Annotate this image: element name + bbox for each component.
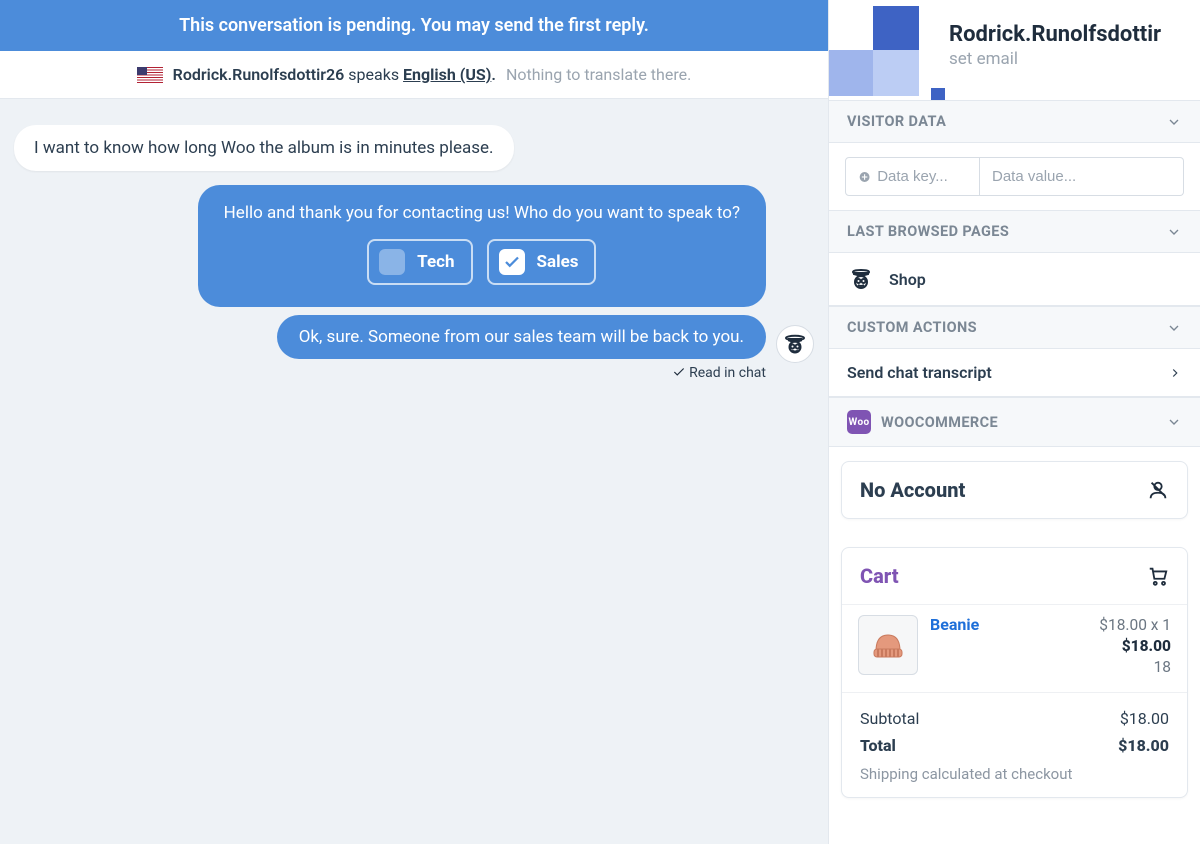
subtotal-label: Subtotal [860, 709, 919, 728]
subtotal-value: $18.00 [1120, 709, 1169, 728]
cart-heading: Cart [842, 548, 1187, 604]
section-woocommerce-label: WOOCOMMERCE [881, 414, 998, 431]
lang-punct: . [491, 65, 496, 84]
language-bar: Rodrick.Runolfsdottir26 speaks English (… [0, 51, 828, 99]
flag-us-icon [137, 67, 163, 83]
read-status: Read in chat [672, 365, 766, 381]
cart-item-qty: 18 [1099, 657, 1171, 678]
choice-tech[interactable]: Tech [367, 239, 472, 285]
sidebar: Rodrick.Runolfsdottir set email VISITOR … [828, 0, 1200, 844]
total-label: Total [860, 736, 896, 755]
send-transcript-label: Send chat transcript [847, 363, 992, 382]
agent-avatar-icon [783, 332, 807, 356]
data-value-cell[interactable] [980, 157, 1184, 196]
translate-note: Nothing to translate there. [506, 65, 691, 84]
visitor-message: I want to know how long Woo the album is… [14, 125, 514, 171]
data-key-input[interactable] [877, 168, 967, 185]
plus-circle-icon [858, 169, 871, 185]
account-card: No Account [841, 461, 1188, 519]
visitor-header: Rodrick.Runolfsdottir set email [829, 0, 1200, 100]
chat-panel: This conversation is pending. You may se… [0, 0, 828, 844]
checkbox-checked-icon [499, 249, 525, 275]
send-transcript-row[interactable]: Send chat transcript [829, 349, 1200, 397]
browsed-page-label: Shop [889, 270, 926, 289]
agent-message-group: Hello and thank you for contacting us! W… [198, 185, 766, 381]
messages-list: I want to know how long Woo the album is… [0, 99, 828, 844]
chevron-right-icon [1168, 366, 1182, 380]
speaks-word: speaks [348, 65, 399, 84]
choice-sales-label: Sales [537, 252, 579, 272]
section-custom-actions-label: CUSTOM ACTIONS [847, 319, 977, 336]
cart-item-name[interactable]: Beanie [930, 615, 979, 678]
section-woocommerce[interactable]: Woo WOOCOMMERCE [829, 397, 1200, 447]
visitor-name-inline: Rodrick.Runolfsdottir26 [173, 65, 345, 84]
chevron-down-icon [1166, 414, 1182, 430]
visitor-data-body [829, 143, 1200, 210]
browsed-page-row[interactable]: Shop [829, 253, 1200, 306]
data-value-input[interactable] [992, 168, 1171, 185]
section-custom-actions[interactable]: CUSTOM ACTIONS [829, 306, 1200, 349]
pending-banner: This conversation is pending. You may se… [0, 0, 828, 51]
cart-item-thumb [858, 615, 918, 675]
total-value: $18.00 [1118, 736, 1169, 755]
cart-item-line-total: $18.00 [1099, 636, 1171, 657]
set-email-link[interactable]: set email [949, 49, 1190, 69]
section-last-browsed[interactable]: LAST BROWSED PAGES [829, 210, 1200, 253]
checkbox-unchecked-icon [379, 249, 405, 275]
section-visitor-data-label: VISITOR DATA [847, 113, 946, 130]
cart-item-row[interactable]: Beanie $18.00 x 1 $18.00 18 [842, 604, 1187, 692]
section-last-browsed-label: LAST BROWSED PAGES [847, 223, 1009, 240]
choice-sales[interactable]: Sales [487, 239, 597, 285]
cart-item-unit-price: $18.00 x 1 [1099, 615, 1171, 636]
data-key-cell[interactable] [845, 157, 980, 196]
shop-icon [847, 265, 875, 293]
agent-avatar [776, 325, 814, 363]
choice-tech-label: Tech [417, 252, 454, 272]
check-icon [672, 365, 686, 379]
user-off-icon [1147, 479, 1169, 501]
no-account-heading: No Account [842, 462, 1187, 518]
section-visitor-data[interactable]: VISITOR DATA [829, 100, 1200, 143]
cart-summary: Subtotal $18.00 Total $18.00 Shipping ca… [842, 692, 1187, 797]
visitor-display-name: Rodrick.Runolfsdottir [949, 22, 1190, 47]
cart-icon [1147, 565, 1169, 587]
chevron-down-icon [1166, 320, 1182, 336]
cart-card: Cart Beanie [841, 547, 1188, 798]
woo-badge-icon: Woo [847, 410, 871, 434]
visitor-avatar [829, 2, 939, 98]
beanie-product-icon [868, 625, 908, 665]
chevron-down-icon [1166, 224, 1182, 240]
language-link[interactable]: English (US) [403, 65, 491, 84]
shipping-note: Shipping calculated at checkout [860, 765, 1169, 783]
agent-prompt-message: Hello and thank you for contacting us! W… [198, 185, 766, 307]
agent-followup-message: Ok, sure. Someone from our sales team wi… [277, 315, 766, 359]
agent-prompt-text: Hello and thank you for contacting us! W… [224, 203, 740, 223]
chevron-down-icon [1166, 114, 1182, 130]
